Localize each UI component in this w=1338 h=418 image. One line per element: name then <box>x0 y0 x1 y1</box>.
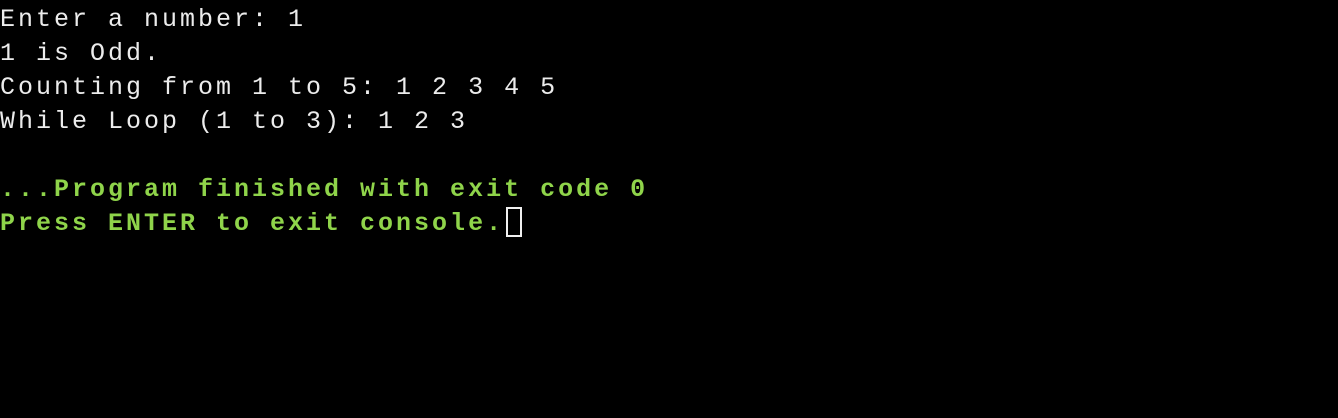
output-line-input-prompt: Enter a number: 1 <box>0 5 307 34</box>
program-finished-message: ...Program finished with exit code 0 <box>0 175 649 204</box>
exit-prompt-text: Press ENTER to exit console. <box>0 209 505 238</box>
exit-prompt-line: Press ENTER to exit console. <box>0 206 523 241</box>
output-line-counting: Counting from 1 to 5: 1 2 3 4 5 <box>0 73 559 102</box>
output-line-odd-result: 1 is Odd. <box>0 39 163 68</box>
output-line-while-loop: While Loop (1 to 3): 1 2 3 <box>0 107 469 136</box>
console-output[interactable]: Enter a number: 1 1 is Odd. Counting fro… <box>0 0 1338 418</box>
text-cursor <box>506 206 523 237</box>
